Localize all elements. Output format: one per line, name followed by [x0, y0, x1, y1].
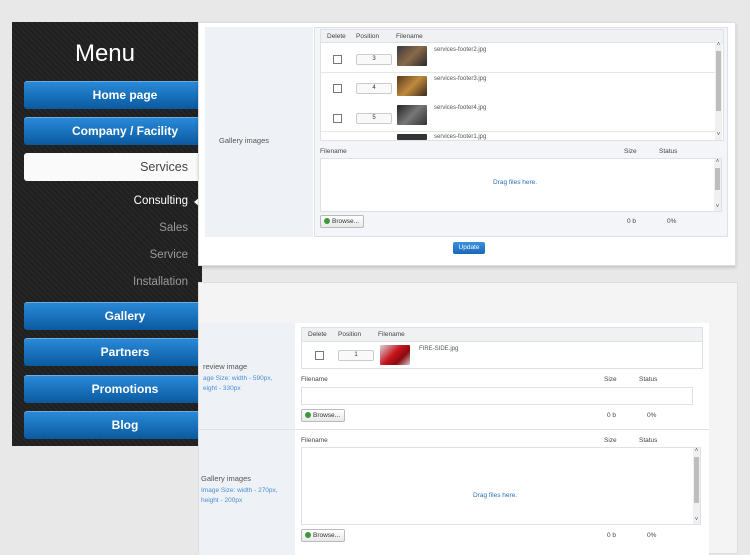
- scrollbar[interactable]: ˄ ˅: [714, 159, 721, 211]
- col-position: Position: [338, 331, 362, 338]
- scroll-down-icon[interactable]: ˅: [693, 517, 700, 524]
- upload-col-size: Size: [624, 148, 637, 155]
- col-position: Position: [356, 33, 380, 40]
- submenu-item-sales[interactable]: Sales: [159, 222, 188, 234]
- upload-size-value: 0 b: [627, 218, 637, 225]
- update-button[interactable]: Update: [453, 242, 485, 254]
- browse-label: Browse...: [313, 412, 341, 419]
- browse-button[interactable]: Browse...: [301, 409, 346, 422]
- scroll-up-icon[interactable]: ˄: [714, 159, 721, 166]
- menu-item-company[interactable]: Company / Facility: [24, 117, 202, 145]
- thumbnail-image: [397, 46, 427, 66]
- scroll-thumb[interactable]: [716, 51, 721, 111]
- scroll-up-icon[interactable]: ˄: [693, 448, 700, 455]
- menu-item-blog[interactable]: Blog: [24, 411, 202, 439]
- browse-label: Browse...: [313, 532, 341, 539]
- menu-title: Menu: [74, 40, 136, 67]
- upload-size-value: 0 b: [607, 532, 617, 539]
- scroll-up-icon[interactable]: ˄: [715, 42, 722, 49]
- position-input[interactable]: 3: [356, 54, 392, 65]
- scroll-thumb[interactable]: [694, 457, 699, 503]
- submenu-item-service[interactable]: Service: [150, 249, 188, 261]
- thumbnail-image: [397, 105, 427, 125]
- browse-button[interactable]: Browse...: [301, 529, 346, 542]
- delete-checkbox[interactable]: [333, 55, 342, 64]
- preview-file-table: Delete Position Filename 1 FIRE-SIDE.jpg: [301, 327, 703, 369]
- upload-col-filename: Filename: [301, 376, 328, 383]
- preview-size-hint: age Size: width - 590px, eight - 330px: [203, 375, 273, 392]
- preview-drop-zone[interactable]: [301, 387, 693, 405]
- scroll-down-icon[interactable]: ˅: [715, 132, 722, 139]
- upload-plus-icon: [324, 218, 330, 224]
- gallery-drop-zone[interactable]: ˄ ˅: [301, 447, 701, 525]
- upload-plus-icon: [305, 412, 311, 418]
- sidebar-menu: Menu Home page Company / Facility Servic…: [12, 22, 202, 446]
- upload-col-filename: Filename: [320, 148, 347, 155]
- gallery-images-label: Gallery images: [219, 136, 270, 145]
- delete-checkbox[interactable]: [315, 351, 324, 360]
- menu-item-gallery[interactable]: Gallery: [24, 302, 202, 330]
- filename-text: services-footer1.jpg: [434, 134, 487, 140]
- col-delete: Delete: [327, 33, 346, 40]
- upload-plus-icon: [305, 532, 311, 538]
- gallery-images-panel: Gallery images Delete Position Filename …: [198, 22, 736, 266]
- upload-col-status: Status: [639, 376, 658, 383]
- position-input[interactable]: 5: [356, 113, 392, 124]
- position-input[interactable]: 1: [338, 350, 374, 361]
- divider: [199, 429, 709, 430]
- col-delete: Delete: [308, 331, 327, 338]
- upload-col-size: Size: [604, 376, 617, 383]
- gallery-size-hint: Image Size: width - 270px, height - 200p…: [201, 487, 278, 504]
- thumbnail-image: [397, 76, 427, 96]
- filename-text: services-footer2.jpg: [434, 47, 487, 53]
- file-table: Delete Position Filename 3 services-foot…: [320, 29, 724, 141]
- upload-col-filename: Filename: [301, 437, 328, 444]
- menu-item-partners[interactable]: Partners: [24, 338, 202, 366]
- delete-checkbox[interactable]: [333, 84, 342, 93]
- browse-label: Browse...: [332, 218, 360, 225]
- browse-button[interactable]: Browse...: [320, 215, 365, 228]
- drop-zone-text: Drag files here.: [493, 179, 538, 186]
- table-header: [302, 328, 702, 342]
- filename-text: services-footer4.jpg: [434, 105, 487, 111]
- position-input[interactable]: 4: [356, 83, 392, 94]
- thumbnail-image: [397, 134, 427, 140]
- label-column: [205, 27, 313, 237]
- label-column: [199, 323, 295, 555]
- table-header: [321, 30, 723, 43]
- upload-status-value: 0%: [667, 218, 677, 225]
- gallery-images-label: Gallery images: [201, 474, 252, 483]
- thumbnail-image: [380, 345, 410, 365]
- menu-item-home[interactable]: Home page: [24, 81, 202, 109]
- menu-item-services[interactable]: Services: [24, 153, 202, 181]
- preview-image-label: review image: [203, 362, 248, 371]
- upload-status-value: 0%: [647, 532, 657, 539]
- filename-text: FIRE-SIDE.jpg: [419, 346, 459, 352]
- scrollbar[interactable]: ˄ ˅: [715, 42, 722, 140]
- upload-col-status: Status: [639, 437, 658, 444]
- col-filename: Filename: [396, 33, 423, 40]
- preview-gallery-panel: review image age Size: width - 590px, ei…: [198, 282, 738, 555]
- menu-item-promotions[interactable]: Promotions: [24, 375, 202, 403]
- drop-zone-text: Drag files here.: [473, 492, 518, 499]
- upload-status-value: 0%: [647, 412, 657, 419]
- scroll-thumb[interactable]: [715, 168, 720, 190]
- filename-text: services-footer3.jpg: [434, 76, 487, 82]
- upload-col-status: Status: [659, 148, 678, 155]
- delete-checkbox[interactable]: [333, 114, 342, 123]
- col-filename: Filename: [378, 331, 405, 338]
- upload-size-value: 0 b: [607, 412, 617, 419]
- scroll-down-icon[interactable]: ˅: [714, 204, 721, 211]
- scrollbar[interactable]: ˄ ˅: [693, 448, 700, 524]
- submenu-item-installation[interactable]: Installation: [133, 276, 188, 288]
- upload-col-size: Size: [604, 437, 617, 444]
- submenu-item-consulting[interactable]: Consulting: [134, 195, 188, 207]
